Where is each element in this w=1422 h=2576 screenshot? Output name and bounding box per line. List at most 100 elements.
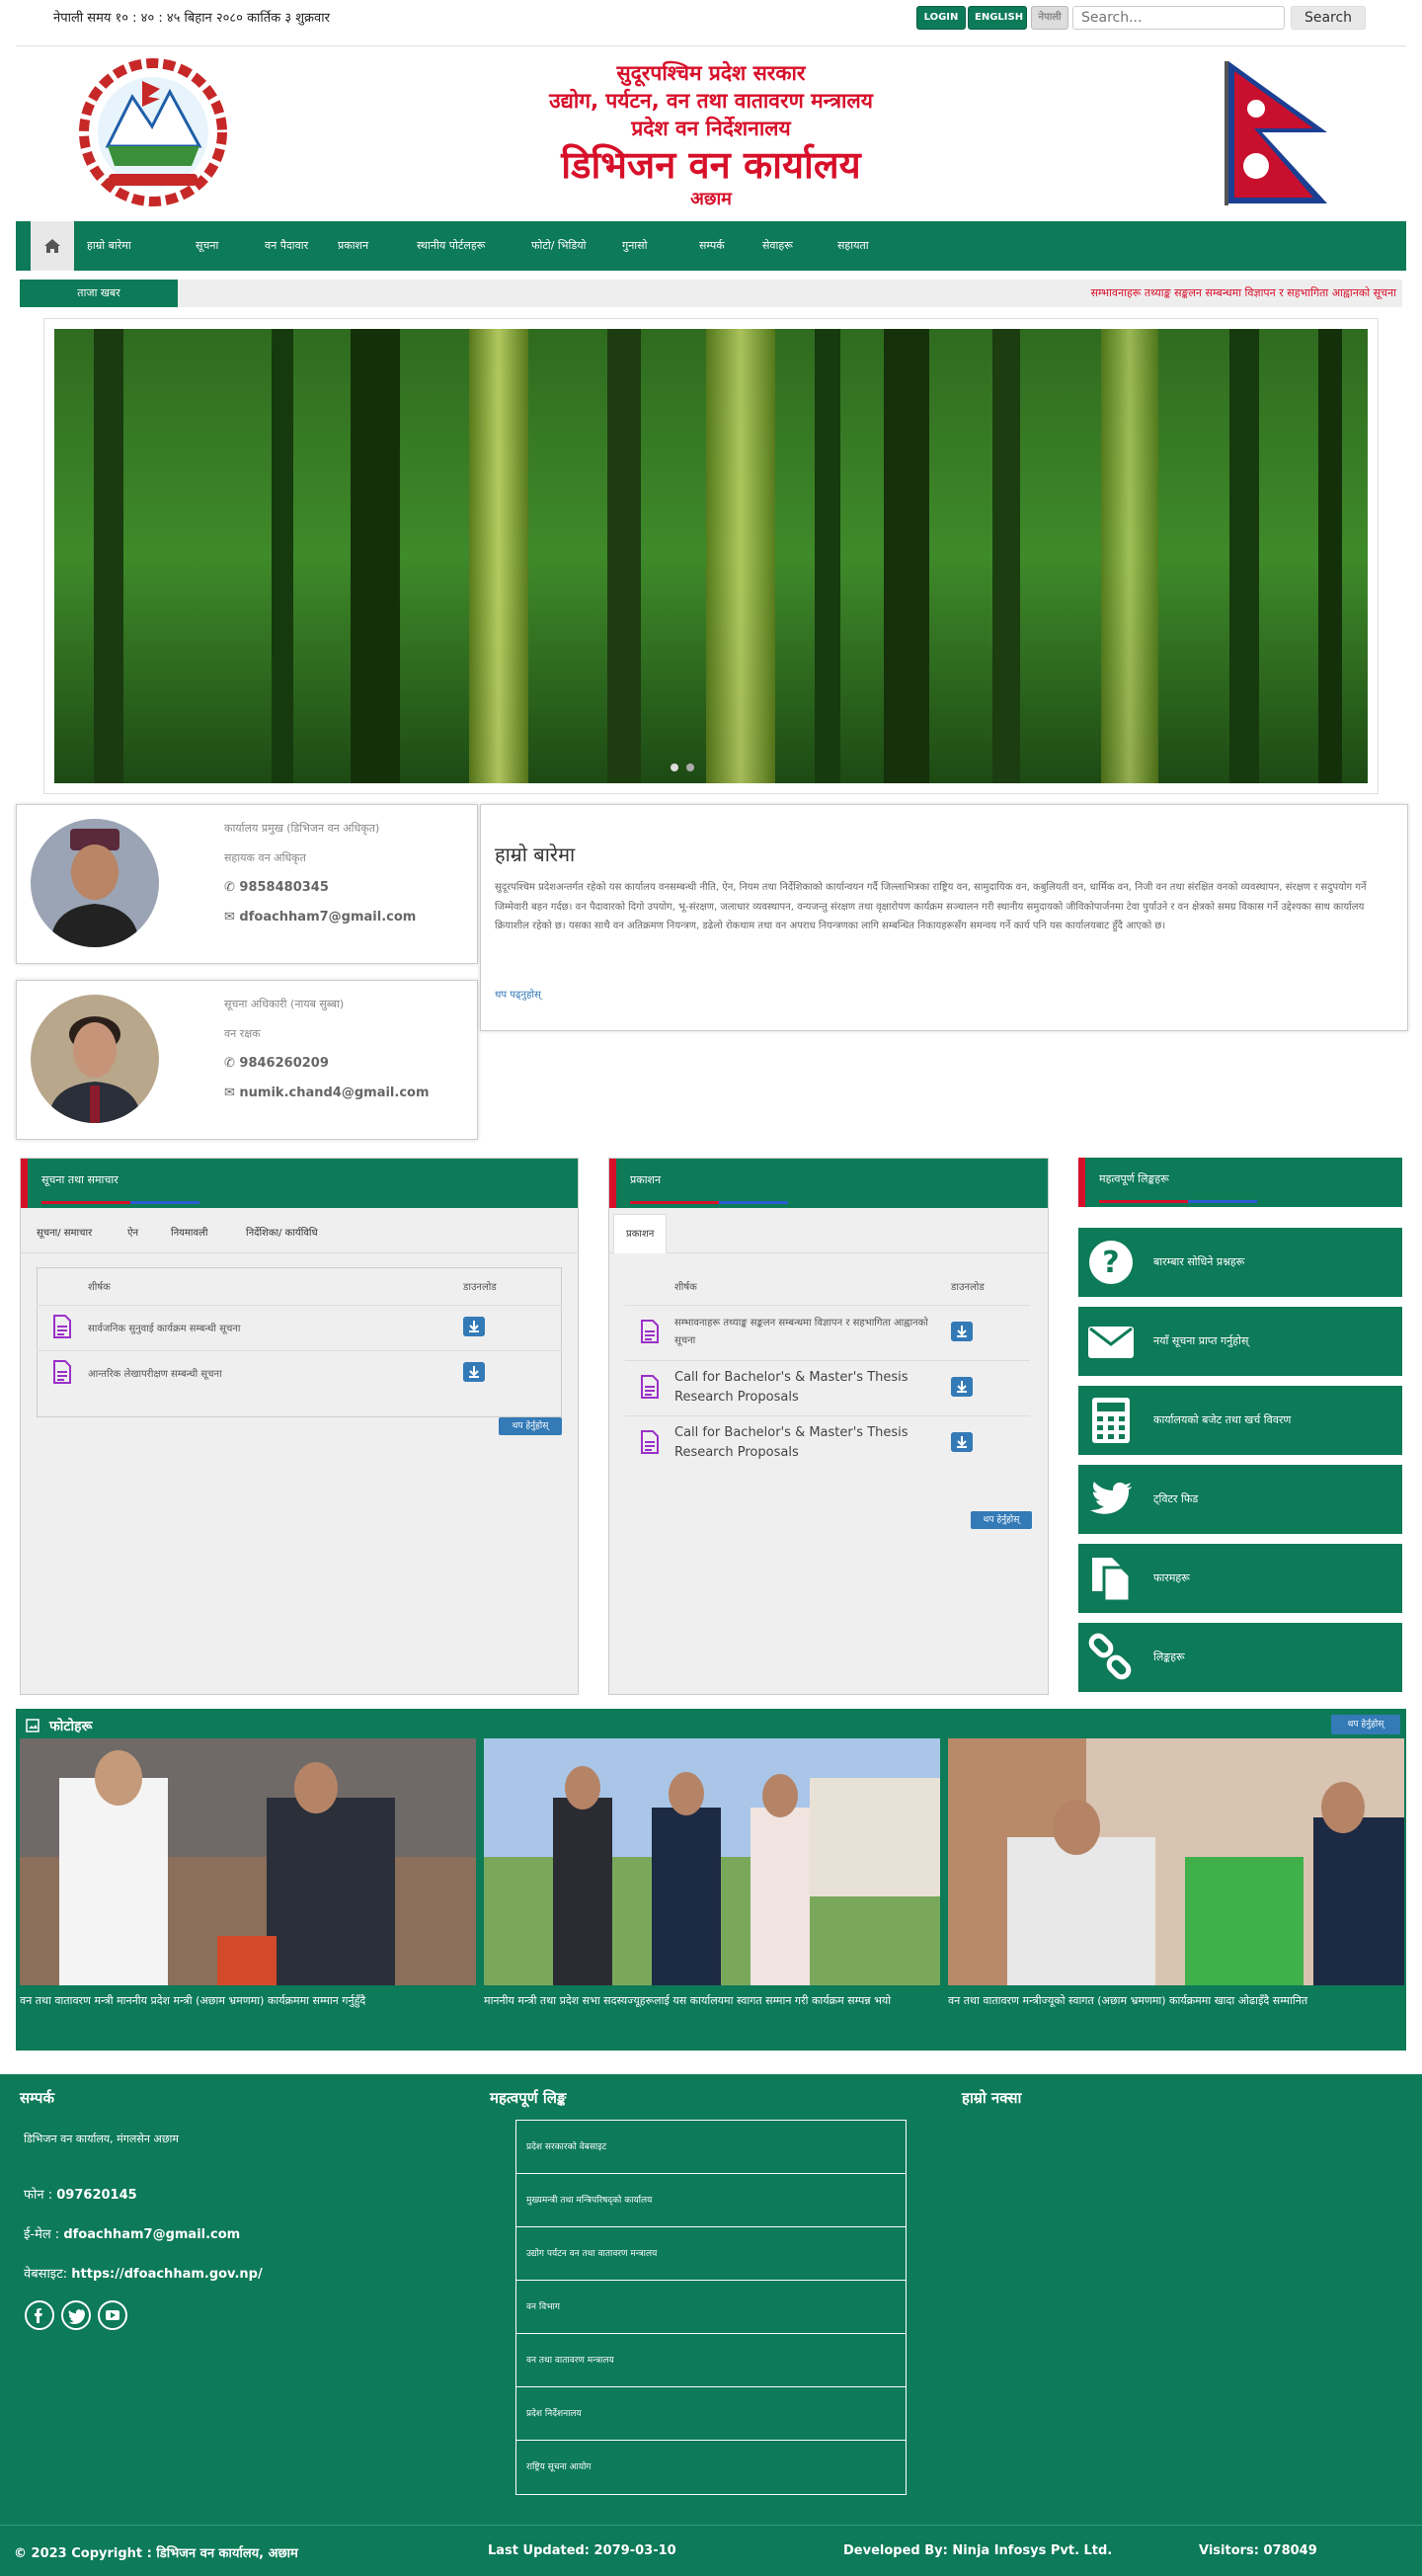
tab-notices[interactable]: सूचना/ समाचार xyxy=(37,1214,92,1253)
notices-table: शीर्षक डाउनलोड सार्वजनिक सुनुवाई कार्यक्… xyxy=(37,1267,562,1396)
footer-website[interactable]: वेबसाइट: https://dfoachham.gov.np/ xyxy=(24,2264,263,2282)
download-icon[interactable] xyxy=(951,1431,973,1452)
column-download: डाउनलोड xyxy=(951,1281,985,1293)
about-text: सुदूरपश्चिम प्रदेशअन्तर्गत रहेको यस कार्… xyxy=(495,882,1367,931)
nepali-button[interactable]: नेपाली xyxy=(1031,6,1068,30)
footer-link[interactable]: वन विभाग xyxy=(516,2281,906,2334)
notice-title[interactable]: सार्वजनिक सुनुवाई कार्यक्रम सम्बन्धी सूच… xyxy=(88,1305,463,1350)
nav-item-forest-products[interactable]: वन पैदावार xyxy=(265,221,308,271)
notice-title[interactable]: आन्तरिक लेखापरीक्षण सम्बन्धी सूचना xyxy=(88,1350,463,1396)
staff-name: कार्यालय प्रमुख (डिभिजन वन अधिकृत) xyxy=(224,822,380,835)
staff-card-chief: कार्यालय प्रमुख (डिभिजन वन अधिकृत) सहायक… xyxy=(16,804,478,964)
nav-item-about[interactable]: हाम्रो बारेमा xyxy=(87,221,131,271)
publication-title[interactable]: Call for Bachelor's & Master's Thesis Re… xyxy=(674,1360,951,1415)
ticker-message[interactable]: सम्भावनाहरू तथ्याङ्क सङ्कलन सम्बन्धमा वि… xyxy=(1091,280,1396,307)
photo-gallery: फोटोहरू थप हेर्नुहोस् वन तथा वातावरण मन्… xyxy=(16,1709,1406,2051)
table-row: सार्वजनिक सुनुवाई कार्यक्रम सम्बन्धी सूच… xyxy=(37,1305,562,1350)
government-emblem-logo[interactable] xyxy=(63,57,243,207)
staff-name: सूचना अधिकारी (नायब सुब्बा) xyxy=(224,998,345,1010)
download-icon[interactable] xyxy=(951,1321,973,1341)
gallery-caption: माननीय मन्त्री तथा प्रदेश सभा सदस्यज्यूह… xyxy=(484,1994,892,2007)
nav-item-local-portals[interactable]: स्थानीय पोर्टलहरू xyxy=(417,221,485,271)
publications-table: शीर्षक डाउनलोड सम्भावनाहरू तथ्याङ्क सङ्क… xyxy=(625,1267,1030,1471)
document-icon xyxy=(53,1314,71,1338)
gallery-caption: वन तथा वातावरण मन्त्रीज्यूको स्वागत (अछा… xyxy=(948,1994,1308,2007)
quick-link-twitter[interactable]: ट्विटर फिड xyxy=(1078,1465,1402,1534)
footer-email[interactable]: ई-मेल : dfoachham7@gmail.com xyxy=(24,2224,240,2242)
quick-link-label: नयाँ सूचना प्राप्त गर्नुहोस् xyxy=(1153,1334,1249,1347)
developer-text[interactable]: Developed By: Ninja Infosys Pvt. Ltd. xyxy=(843,2543,1112,2558)
staff-photo xyxy=(31,995,159,1123)
footer-link[interactable]: वन तथा वातावरण मन्त्रालय xyxy=(516,2334,906,2387)
nav-item-contact[interactable]: सम्पर्क xyxy=(699,221,725,271)
english-button[interactable]: ENGLISH xyxy=(968,6,1027,30)
quick-links-title: महत्वपूर्ण लिङ्कहरू xyxy=(1099,1172,1169,1185)
notices-more-button[interactable]: थप हेर्नुहोस् xyxy=(499,1417,562,1435)
publication-title[interactable]: सम्भावनाहरू तथ्याङ्क सङ्कलन सम्बन्धमा वि… xyxy=(674,1305,951,1360)
quick-link-forms[interactable]: फारमहरू xyxy=(1078,1544,1402,1613)
search-button[interactable]: Search xyxy=(1291,6,1366,30)
staff-email[interactable]: ✉ numik.chand4@gmail.com xyxy=(224,1084,471,1113)
home-button[interactable] xyxy=(31,221,74,271)
nav-item-services[interactable]: सेवाहरू xyxy=(762,221,793,271)
footer-link[interactable]: राष्ट्रिय सूचना आयोग xyxy=(516,2441,906,2494)
last-updated-text: Last Updated: 2079-03-10 xyxy=(488,2543,676,2558)
table-row: Call for Bachelor's & Master's Thesis Re… xyxy=(625,1415,1030,1471)
footer-link[interactable]: प्रदेश निर्देशनालय xyxy=(516,2387,906,2441)
footer: सम्पर्क डिभिजन वन कार्यालय, मंगलसेन अछाम… xyxy=(0,2074,1422,2576)
staff-role: सहायक वन अधिकृत xyxy=(224,851,306,864)
footer-link[interactable]: मुख्यमन्त्री तथा मन्त्रिपरिषद्को कार्याल… xyxy=(516,2174,906,2227)
column-download: डाउनलोड xyxy=(463,1281,497,1293)
phone-icon: ✆ xyxy=(224,880,240,895)
link-icon xyxy=(1088,1633,1132,1680)
facebook-icon[interactable] xyxy=(24,2299,55,2331)
download-icon[interactable] xyxy=(951,1376,973,1397)
quick-link-faq[interactable]: ? बारम्बार सोधिने प्रश्नहरू xyxy=(1078,1228,1402,1297)
tab-publications[interactable]: प्रकाशन xyxy=(613,1214,668,1253)
phone-icon: ✆ xyxy=(224,1056,240,1071)
footer-link[interactable]: उद्योग पर्यटन वन तथा वातावरण मन्त्रालय xyxy=(516,2227,906,2281)
nav-item-help[interactable]: सहायता xyxy=(837,221,869,271)
quick-link-links[interactable]: लिङ्कहरू xyxy=(1078,1623,1402,1692)
copyright-text: © 2023 Copyright : डिभिजन वन कार्यालय, अ… xyxy=(14,2546,298,2561)
tab-regulations[interactable]: नियमावली xyxy=(171,1214,207,1253)
staff-email[interactable]: ✉ dfoachham7@gmail.com xyxy=(224,908,471,937)
district-title: अछाम xyxy=(690,189,732,209)
nav-item-notice[interactable]: सूचना xyxy=(196,221,218,271)
page: नेपाली समय १० : ४० : ४५ बिहान २०८० कार्त… xyxy=(0,0,1422,2576)
search-input[interactable] xyxy=(1072,6,1285,30)
tab-acts[interactable]: ऐन xyxy=(127,1214,138,1253)
download-icon[interactable] xyxy=(463,1316,485,1336)
quick-link-label: बारम्बार सोधिने प्रश्नहरू xyxy=(1153,1255,1245,1268)
publications-tabs: प्रकाशन xyxy=(609,1214,1048,1253)
ministry-title: उद्योग, पर्यटन, वन तथा वातावरण मन्त्रालय xyxy=(549,89,873,113)
youtube-icon[interactable] xyxy=(97,2299,128,2331)
top-bar: नेपाली समय १० : ४० : ४५ बिहान २०८० कार्त… xyxy=(0,0,1422,40)
footer-contact-title: सम्पर्क xyxy=(20,2089,54,2107)
nav-item-grievance[interactable]: गुनासो xyxy=(622,221,647,271)
gallery-more-button[interactable]: थप हेर्नुहोस् xyxy=(1331,1715,1400,1734)
footer-link[interactable]: प्रदेश सरकारको वेबसाइट xyxy=(516,2121,906,2174)
publications-more-button[interactable]: थप हेर्नुहोस् xyxy=(971,1511,1032,1529)
quick-link-subscribe[interactable]: नयाँ सूचना प्राप्त गर्नुहोस् xyxy=(1078,1307,1402,1376)
footer-address: डिभिजन वन कार्यालय, मंगलसेन अछाम xyxy=(24,2133,179,2145)
about-section: हाम्रो बारेमा सुदूरपश्चिम प्रदेशअन्तर्गत… xyxy=(480,804,1408,1031)
about-read-more-link[interactable]: थप पढ्नुहोस् xyxy=(495,987,541,1001)
notices-panel: सूचना तथा समाचार सूचना/ समाचार ऐन नियमाव… xyxy=(20,1158,579,1695)
social-links xyxy=(24,2299,128,2335)
twitter-icon[interactable] xyxy=(60,2299,92,2331)
publication-title[interactable]: Call for Bachelor's & Master's Thesis Re… xyxy=(674,1415,951,1471)
province-government-title: सुदूरपश्चिम प्रदेश सरकार xyxy=(616,61,806,85)
gallery-photo[interactable] xyxy=(484,1738,940,1985)
download-icon[interactable] xyxy=(463,1361,485,1382)
tab-guidelines[interactable]: निर्देशिका/ कार्यविधि xyxy=(246,1214,318,1253)
gallery-photo[interactable] xyxy=(948,1738,1404,1985)
gallery-photo[interactable] xyxy=(20,1738,476,1985)
login-button[interactable]: LOGIN xyxy=(916,6,966,30)
nav-item-publications[interactable]: प्रकाशन xyxy=(338,221,368,271)
quick-link-label: फारमहरू xyxy=(1153,1571,1190,1584)
forest-slider-image[interactable] xyxy=(54,329,1368,783)
divider xyxy=(16,45,1406,46)
quick-link-budget[interactable]: कार्यालयको बजेट तथा खर्च विवरण xyxy=(1078,1386,1402,1455)
nav-item-photo-video[interactable]: फोटो/ भिडियो xyxy=(531,221,586,271)
